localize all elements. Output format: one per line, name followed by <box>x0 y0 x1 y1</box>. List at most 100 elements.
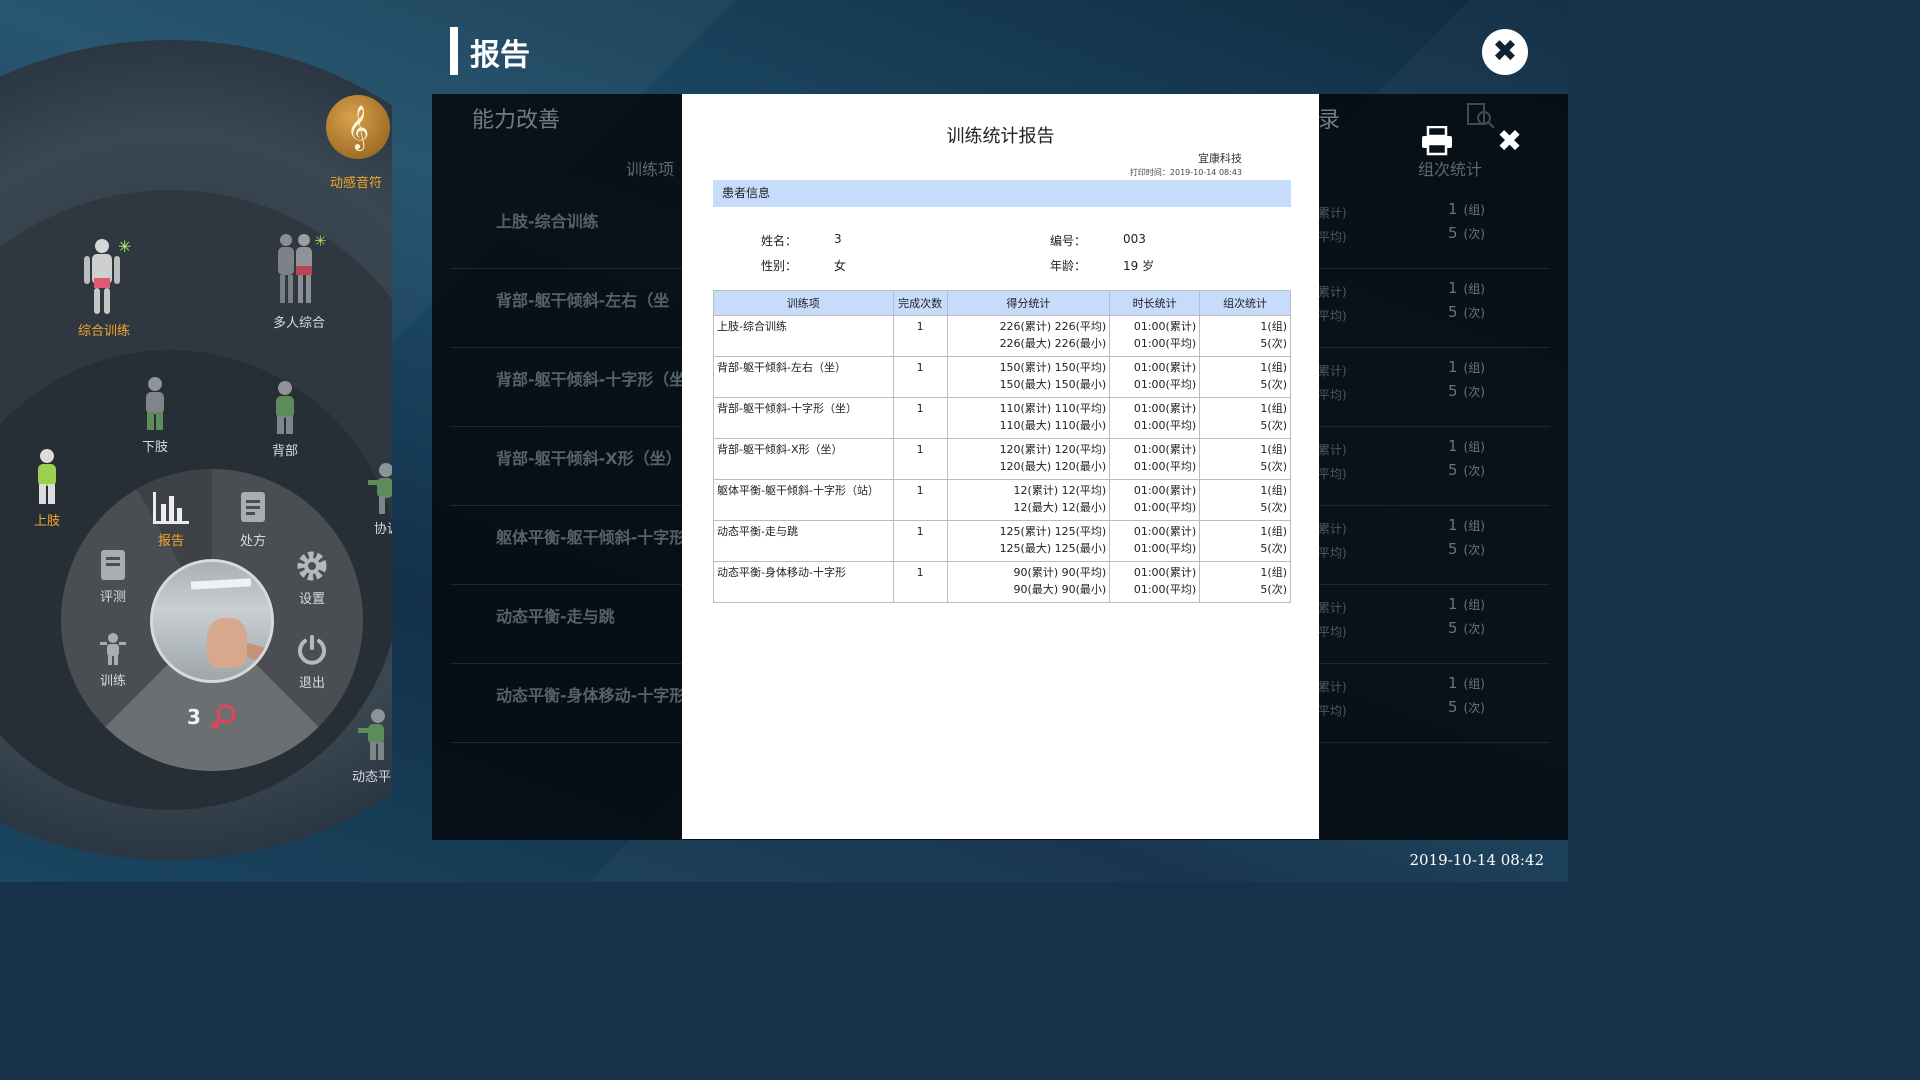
col-training-item: 训练项 <box>713 290 894 316</box>
document-print-time: 打印时间：2019-10-14 08:43 <box>1129 168 1242 177</box>
body-part-lower-limb[interactable]: 下肢 <box>138 376 172 455</box>
list-item-average: 平均) <box>1318 230 1347 244</box>
mode-comprehensive[interactable]: ✳ 综合训练 <box>74 236 134 339</box>
list-item-name: 背部-躯干倾斜-左右（坐 <box>496 291 670 310</box>
table-row: 上肢-综合训练 1 226(累计) 226(平均) 226(最大) 226(最小)… <box>713 315 1291 357</box>
person-back-icon <box>276 381 294 434</box>
body-part-coordination[interactable]: 协调 <box>368 462 392 537</box>
search-icon[interactable] <box>1466 100 1496 130</box>
cell-duration: 01:00(累计) 01:00(平均) <box>1109 520 1201 562</box>
camera-preview <box>150 559 274 683</box>
svg-text:✳: ✳ <box>314 232 327 250</box>
list-item-reps: 5 (次) <box>1448 224 1485 242</box>
cell-count: 1 <box>892 479 948 521</box>
column-header-group-stats: 组次统计 <box>1418 160 1483 179</box>
list-item-average: 平均) <box>1318 388 1347 402</box>
list-item-group: 1 (组) <box>1448 358 1485 376</box>
cell-count: 1 <box>892 438 948 480</box>
female-gender-icon <box>210 704 236 730</box>
body-part-upper-limb[interactable]: 上肢 <box>30 448 64 529</box>
cell-count: 1 <box>892 397 948 439</box>
wheel-exit-label: 退出 <box>298 676 325 691</box>
body-part-dynamic-label: 动态平 <box>352 770 392 785</box>
list-item-cumulative: 累计) <box>1318 522 1347 536</box>
table-row: 背部-躯干倾斜-X形（坐） 1 120(累计) 120(平均) 120(最大) 1… <box>713 438 1291 480</box>
body-part-coordination-label: 协调 <box>374 522 392 537</box>
cell-group: 1(组) 5(次) <box>1199 356 1291 398</box>
col-group-stats: 组次统计 <box>1199 290 1291 316</box>
wheel-assessment-label: 评测 <box>99 590 126 605</box>
robot-figure-icon: ✳ <box>84 237 131 314</box>
list-item-name: 躯体平衡-躯干倾斜-十字形 <box>496 528 686 547</box>
cell-score: 12(累计) 12(平均) 12(最大) 12(最小) <box>946 479 1111 521</box>
cell-item: 动态平衡-走与跳 <box>713 520 894 562</box>
patient-number: 3 <box>187 705 201 729</box>
printer-icon[interactable] <box>1420 126 1454 156</box>
col-completion-count: 完成次数 <box>892 290 948 316</box>
body-part-back-label: 背部 <box>271 444 298 459</box>
wheel-prescription-button[interactable]: 处方 <box>232 490 274 549</box>
wheel-settings-button[interactable]: 设置 <box>290 548 334 607</box>
cell-group: 1(组) 5(次) <box>1199 561 1291 603</box>
wheel-assessment-button[interactable]: 评测 <box>92 548 134 605</box>
tab-record[interactable]: 录 <box>1318 102 1340 134</box>
person-upper-limb-icon <box>38 449 56 504</box>
cell-score: 125(累计) 125(平均) 125(最大) 125(最小) <box>946 520 1111 562</box>
person-dynamic-icon <box>358 709 385 760</box>
list-item-cumulative: 累计) <box>1318 206 1347 220</box>
list-item-name: 动态平衡-走与跳 <box>496 607 615 626</box>
wheel-report-button[interactable]: 报告 <box>148 490 194 549</box>
cell-group: 1(组) 5(次) <box>1199 315 1291 357</box>
list-item-reps: 5 (次) <box>1448 461 1485 479</box>
close-report-button[interactable]: ✖ <box>1482 29 1528 75</box>
mode-multiplayer[interactable]: ✳ 多人综合 <box>266 230 332 331</box>
cell-group: 1(组) 5(次) <box>1199 438 1291 480</box>
cell-item: 背部-躯干倾斜-左右（坐） <box>713 356 894 398</box>
cell-count: 1 <box>892 315 948 357</box>
page-title: 报告 <box>470 38 530 73</box>
document-company: 宜康科技 <box>1198 152 1242 165</box>
wheel-settings-label: 设置 <box>298 592 325 607</box>
wheel-exit-button[interactable]: 退出 <box>290 632 334 691</box>
training-stats-table: 训练项 完成次数 得分统计 时长统计 组次统计 上肢-综合训练 1 226(累计… <box>713 290 1291 603</box>
table-row: 动态平衡-身体移动-十字形 1 90(累计) 90(平均) 90(最大) 90(最… <box>713 561 1291 603</box>
mode-multiplayer-label: 多人综合 <box>272 316 325 331</box>
treble-clef-icon: 𝄞 <box>346 104 370 149</box>
cell-item: 躯体平衡-躯干倾斜-十字形（站） <box>713 479 894 521</box>
close-document-button[interactable]: ✖ <box>1497 124 1522 159</box>
tab-ability-improvement[interactable]: 能力改善 <box>472 102 560 134</box>
wheel-training-label: 训练 <box>99 674 126 689</box>
list-item-cumulative: 累计) <box>1318 364 1347 378</box>
title-accent-bar <box>450 27 458 75</box>
gender-value: 女 <box>834 259 847 273</box>
document-title: 训练统计报告 <box>946 126 1055 147</box>
cell-item: 动态平衡-身体移动-十字形 <box>713 561 894 603</box>
list-item-name: 背部-躯干倾斜-X形（坐） <box>496 449 682 468</box>
cell-score: 90(累计) 90(平均) 90(最大) 90(最小) <box>946 561 1111 603</box>
list-item-name: 背部-躯干倾斜-十字形（坐 <box>496 370 686 389</box>
list-item-cumulative: 累计) <box>1318 680 1347 694</box>
name-value: 3 <box>834 232 842 246</box>
cell-score: 226(累计) 226(平均) 226(最大) 226(最小) <box>946 315 1111 357</box>
table-row: 动态平衡-走与跳 1 125(累计) 125(平均) 125(最大) 125(最小… <box>713 520 1291 562</box>
svg-text:✳: ✳ <box>118 237 131 256</box>
body-part-back[interactable]: 背部 <box>268 380 302 459</box>
mode-comprehensive-label: 综合训练 <box>77 324 130 339</box>
list-item-reps: 5 (次) <box>1448 698 1485 716</box>
list-item-average: 平均) <box>1318 546 1347 560</box>
body-part-dynamic[interactable]: 动态平 <box>352 708 392 785</box>
wheel-training-button[interactable]: 训练 <box>92 632 134 689</box>
table-header-row: 训练项 完成次数 得分统计 时长统计 组次统计 <box>713 290 1291 316</box>
list-item-group: 1 (组) <box>1448 674 1485 692</box>
body-part-lower-limb-label: 下肢 <box>141 440 168 455</box>
cell-score: 110(累计) 110(平均) 110(最大) 110(最小) <box>946 397 1111 439</box>
music-button[interactable]: 𝄞 <box>326 95 390 159</box>
cell-duration: 01:00(累计) 01:00(平均) <box>1109 356 1201 398</box>
table-row: 背部-躯干倾斜-十字形（坐） 1 110(累计) 110(平均) 110(最大) … <box>713 397 1291 439</box>
music-label: 动感音符 <box>330 172 382 191</box>
close-icon: ✖ <box>1497 124 1523 159</box>
list-item-cumulative: 累计) <box>1318 601 1347 615</box>
cell-item: 背部-躯干倾斜-十字形（坐） <box>713 397 894 439</box>
name-label: 姓名： <box>761 234 798 248</box>
list-item-group: 1 (组) <box>1448 200 1485 218</box>
